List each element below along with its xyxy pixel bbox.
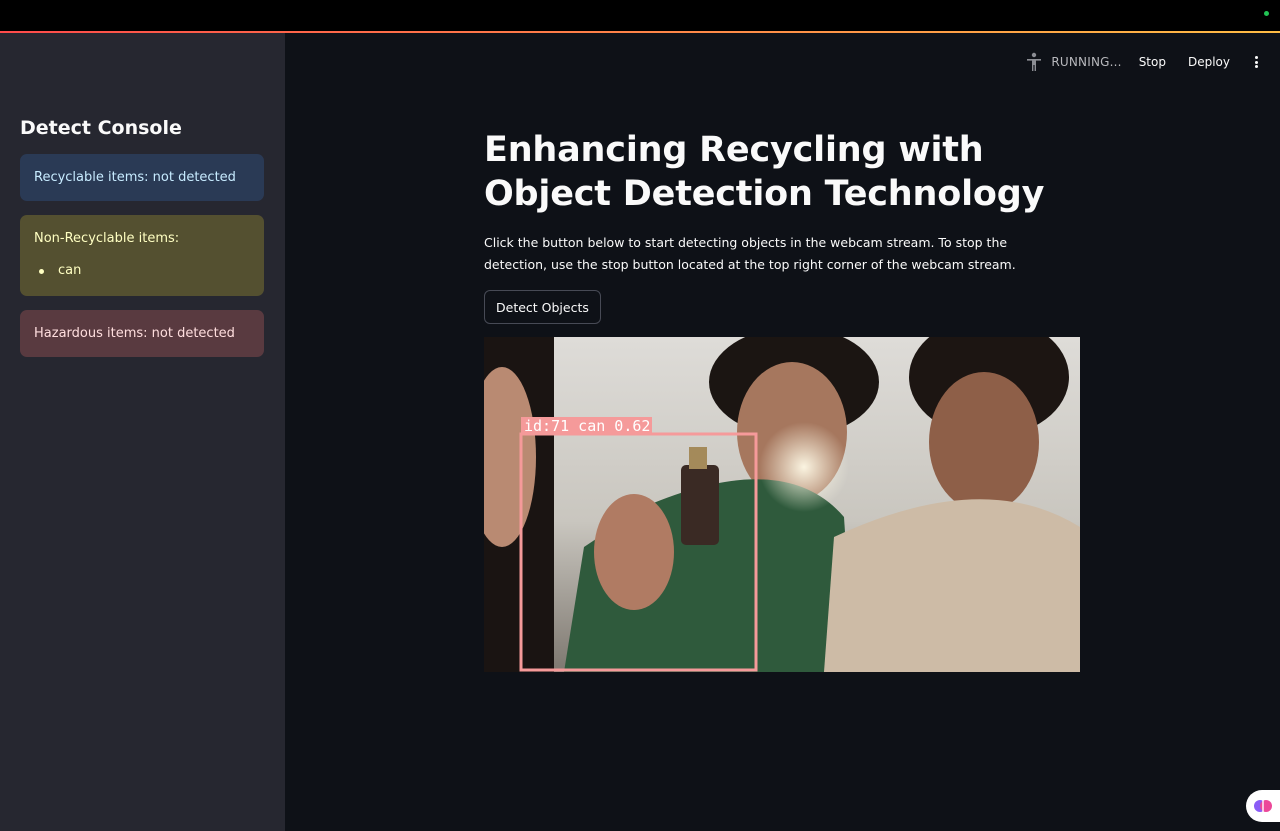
non-recyclable-alert: Non-Recyclable items: can xyxy=(20,215,264,296)
non-recyclable-label: Non-Recyclable items: xyxy=(34,231,180,246)
sidebar: Detect Console Recyclable items: not det… xyxy=(0,33,285,831)
kebab-menu-icon[interactable] xyxy=(1252,54,1260,70)
brain-icon xyxy=(1254,800,1272,812)
page-description: Click the button below to start detectin… xyxy=(484,235,1016,272)
window-top-bar xyxy=(0,0,1280,31)
header-toolbar: RUNNING... Stop Deploy xyxy=(1025,52,1260,72)
recyclable-text: Recyclable items: not detected xyxy=(34,170,236,185)
webcam-frame: id:71 can 0.62 xyxy=(484,337,1080,672)
webcam-stream: id:71 can 0.62 xyxy=(484,337,1080,672)
status-dot xyxy=(1264,11,1269,16)
non-recyclable-list: can xyxy=(34,263,250,278)
hazardous-text: Hazardous items: not detected xyxy=(34,326,235,341)
recyclable-alert: Recyclable items: not detected xyxy=(20,154,264,201)
main-content: Enhancing Recycling with Object Detectio… xyxy=(484,128,1084,324)
detect-objects-button[interactable]: Detect Objects xyxy=(484,290,601,324)
assistant-badge[interactable] xyxy=(1246,790,1280,822)
running-person-icon xyxy=(1027,52,1042,71)
list-item: can xyxy=(34,263,250,278)
page-title: Enhancing Recycling with Object Detectio… xyxy=(484,130,1045,214)
stop-button[interactable]: Stop xyxy=(1139,55,1166,69)
sidebar-title: Detect Console xyxy=(20,117,182,139)
deploy-button[interactable]: Deploy xyxy=(1188,55,1230,69)
detection-label: id:71 can 0.62 xyxy=(524,417,650,435)
hazardous-alert: Hazardous items: not detected xyxy=(20,310,264,357)
running-status: RUNNING... xyxy=(1051,55,1122,69)
